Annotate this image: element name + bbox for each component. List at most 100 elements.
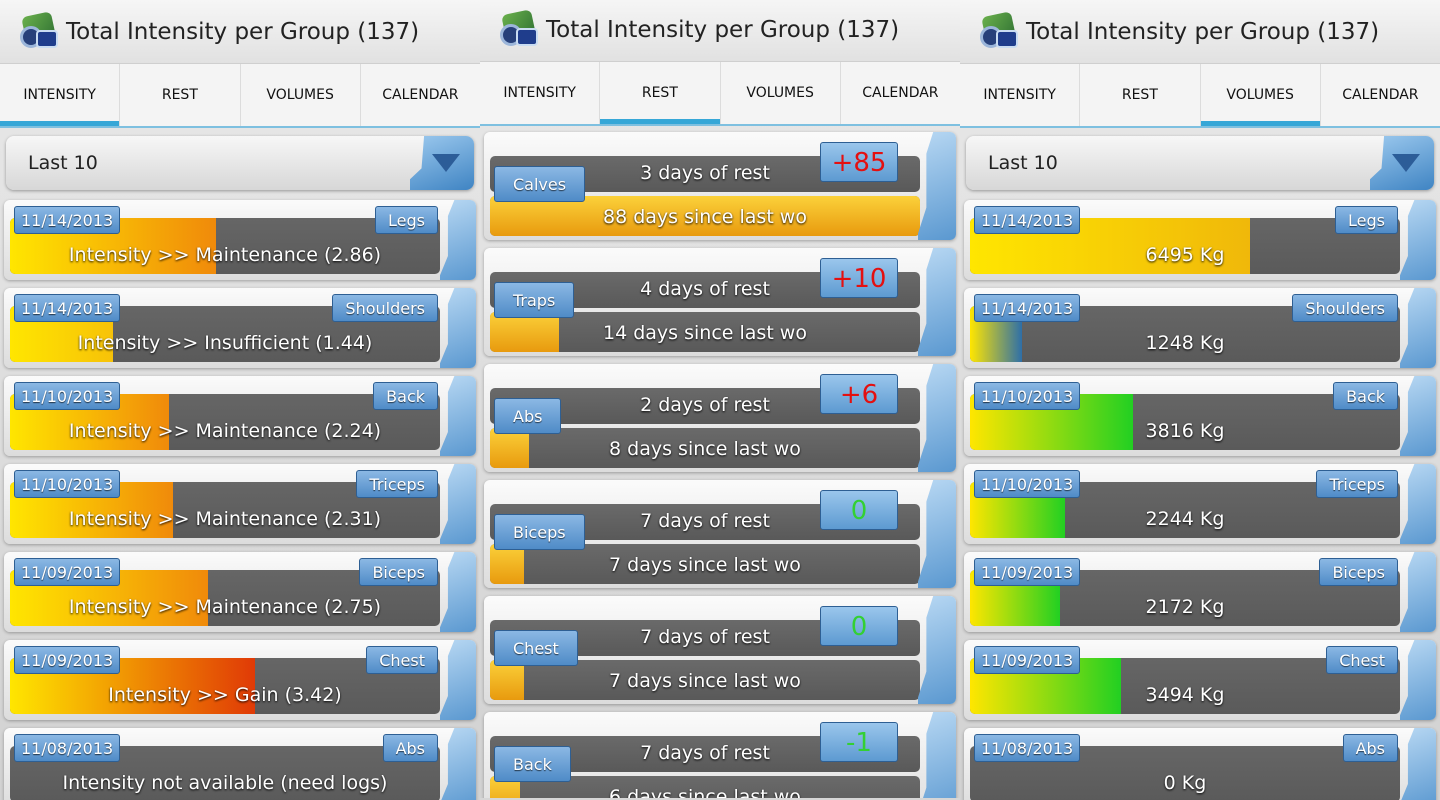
row-action-tab[interactable] [440, 376, 476, 456]
date-badge: 11/10/2013 [974, 382, 1081, 410]
row-action-tab[interactable] [918, 712, 956, 798]
muscle-group-button[interactable]: Shoulders [332, 294, 438, 322]
row-action-tab[interactable] [918, 132, 956, 240]
intensity-row[interactable]: 11/10/2013 Triceps Intensity >> Maintenanc… [4, 464, 476, 544]
date-badge: 11/09/2013 [974, 558, 1081, 586]
row-action-tab[interactable] [1400, 728, 1436, 800]
volumes-row[interactable]: 11/14/2013 Shoulders 1248 Kg [964, 288, 1436, 368]
row-action-tab[interactable] [918, 364, 956, 472]
row-action-tab[interactable] [918, 248, 956, 356]
app-logo-icon[interactable] [498, 8, 542, 50]
volume-text: 2172 Kg [1145, 596, 1225, 618]
period-filter-dropdown[interactable]: Last 10 [966, 136, 1434, 190]
tab-rest[interactable]: REST [1080, 64, 1201, 126]
rest-row[interactable]: Back 7 days of rest 6 days since last wo -1 [484, 712, 956, 798]
row-action-tab[interactable] [1400, 200, 1436, 280]
muscle-group-button[interactable]: Biceps [359, 558, 438, 586]
muscle-group-button[interactable]: Abs [382, 734, 438, 762]
period-filter-dropdown[interactable]: Last 10 [6, 136, 474, 190]
intensity-text: Intensity >> Gain (3.42) [108, 684, 342, 706]
volumes-row[interactable]: 11/09/2013 Biceps 2172 Kg [964, 552, 1436, 632]
date-badge: 11/14/2013 [14, 206, 121, 234]
volumes-row[interactable]: 11/08/2013 Abs 0 Kg [964, 728, 1436, 800]
tab-rest[interactable]: REST [120, 64, 241, 126]
days-since-text: 14 days since last wo [603, 322, 807, 344]
app-title: Total Intensity per Group (137) [66, 18, 420, 45]
intensity-row[interactable]: 11/09/2013 Chest Intensity >> Gain (3.42) [4, 640, 476, 720]
muscle-group-button[interactable]: Triceps [356, 470, 438, 498]
intensity-screen: Total Intensity per Group (137) INTENSIT… [0, 0, 480, 800]
muscle-group-button[interactable]: Legs [1335, 206, 1398, 234]
delta-badge: -1 [820, 722, 898, 762]
rest-row[interactable]: Abs 2 days of rest 8 days since last wo +6 [484, 364, 956, 472]
volumes-row[interactable]: 11/10/2013 Back 3816 Kg [964, 376, 1436, 456]
tab-volumes[interactable]: VOLUMES [721, 62, 841, 124]
intensity-row[interactable]: 11/14/2013 Legs Intensity >> Maintenance (… [4, 200, 476, 280]
delta-badge: +6 [820, 374, 898, 414]
delta-badge: +85 [820, 142, 898, 182]
app-logo-icon[interactable] [18, 10, 62, 52]
muscle-group-button[interactable]: Chest [366, 646, 438, 674]
volume-text: 0 Kg [1163, 772, 1207, 794]
tab-rest[interactable]: REST [600, 62, 721, 124]
rest-row[interactable]: Calves 3 days of rest 88 days since last w… [484, 132, 956, 240]
app-title: Total Intensity per Group (137) [1026, 18, 1380, 45]
volume-text: 3494 Kg [1145, 684, 1225, 706]
muscle-group-button[interactable]: Chest [1326, 646, 1398, 674]
action-bar: Total Intensity per Group (137) [960, 0, 1440, 64]
date-badge: 11/14/2013 [14, 294, 121, 322]
row-action-tab[interactable] [1400, 640, 1436, 720]
muscle-group-button[interactable]: Back [373, 382, 438, 410]
days-since-text: 6 days since last wo [609, 786, 801, 798]
tab-intensity[interactable]: INTENSITY [960, 64, 1081, 126]
row-action-tab[interactable] [440, 288, 476, 368]
muscle-group-button[interactable]: Shoulders [1292, 294, 1398, 322]
intensity-text: Intensity >> Maintenance (2.86) [68, 244, 382, 266]
muscle-group-button[interactable]: Biceps [1319, 558, 1398, 586]
muscle-group-button[interactable]: Legs [375, 206, 438, 234]
tab-intensity[interactable]: INTENSITY [480, 62, 601, 124]
row-action-tab[interactable] [1400, 288, 1436, 368]
row-action-tab[interactable] [440, 200, 476, 280]
tab-calendar[interactable]: CALENDAR [841, 62, 960, 124]
rest-row[interactable]: Traps 4 days of rest 14 days since last wo… [484, 248, 956, 356]
volumes-row[interactable]: 11/10/2013 Triceps 2244 Kg [964, 464, 1436, 544]
row-action-tab[interactable] [1400, 464, 1436, 544]
intensity-row[interactable]: 11/10/2013 Back Intensity >> Maintenance (… [4, 376, 476, 456]
tab-bar: INTENSITY REST VOLUMES CALENDAR [0, 64, 480, 128]
volumes-row[interactable]: 11/09/2013 Chest 3494 Kg [964, 640, 1436, 720]
volumes-screen: Total Intensity per Group (137) INTENSIT… [960, 0, 1440, 800]
row-action-tab[interactable] [440, 728, 476, 800]
days-since-text: 7 days since last wo [609, 554, 801, 576]
tab-volumes[interactable]: VOLUMES [241, 64, 361, 126]
intensity-row[interactable]: 11/14/2013 Shoulders Intensity >> Insuffic… [4, 288, 476, 368]
volumes-row[interactable]: 11/14/2013 Legs 6495 Kg [964, 200, 1436, 280]
row-action-tab[interactable] [1400, 552, 1436, 632]
row-action-tab[interactable] [918, 596, 956, 704]
row-action-tab[interactable] [440, 640, 476, 720]
volume-text: 1248 Kg [1145, 332, 1225, 354]
tab-volumes[interactable]: VOLUMES [1200, 64, 1321, 126]
tab-calendar[interactable]: CALENDAR [361, 64, 480, 126]
delta-badge: 0 [820, 490, 898, 530]
rest-row[interactable]: Chest 7 days of rest 7 days since last wo 0 [484, 596, 956, 704]
days-since-text: 8 days since last wo [609, 438, 801, 460]
action-bar: Total Intensity per Group (137) [480, 0, 960, 62]
row-action-tab[interactable] [440, 464, 476, 544]
app-logo-icon[interactable] [978, 10, 1022, 52]
volume-text: 2244 Kg [1145, 508, 1225, 530]
date-badge: 11/10/2013 [14, 470, 121, 498]
row-action-tab[interactable] [1400, 376, 1436, 456]
muscle-group-button[interactable]: Abs [1342, 734, 1398, 762]
intensity-row[interactable]: 11/09/2013 Biceps Intensity >> Maintenance… [4, 552, 476, 632]
tab-calendar[interactable]: CALENDAR [1321, 64, 1440, 126]
row-action-tab[interactable] [440, 552, 476, 632]
muscle-group-button[interactable]: Triceps [1316, 470, 1398, 498]
intensity-row[interactable]: 11/08/2013 Abs Intensity not available (ne… [4, 728, 476, 800]
rest-row[interactable]: Biceps 7 days of rest 7 days since last wo… [484, 480, 956, 588]
tab-intensity[interactable]: INTENSITY [0, 64, 121, 126]
date-badge: 11/08/2013 [14, 734, 121, 762]
intensity-text: Intensity >> Maintenance (2.24) [68, 420, 382, 442]
muscle-group-button[interactable]: Back [1333, 382, 1398, 410]
row-action-tab[interactable] [918, 480, 956, 588]
